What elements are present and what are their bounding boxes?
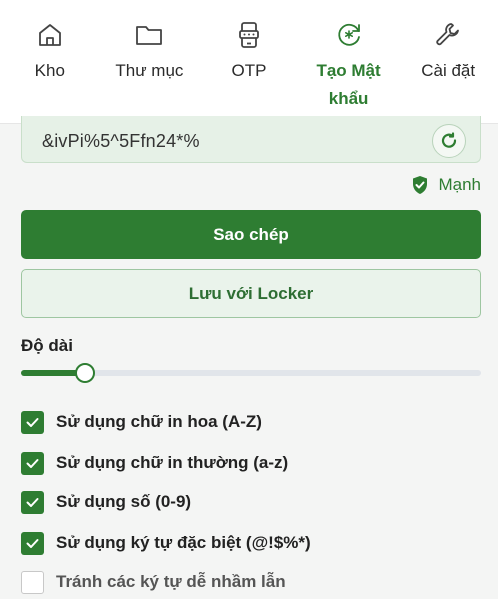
option-label: Sử dụng chữ in thường (a-z) — [56, 453, 289, 472]
option-label: Sử dụng chữ in hoa (A-Z) — [56, 412, 262, 431]
password-strength-label: Mạnh — [438, 175, 481, 194]
password-strength: Mạnh — [411, 175, 481, 195]
wrench-icon — [436, 23, 460, 46]
nav-tab-tao-mat-khau[interactable]: Tạo Mật khẩu — [299, 0, 399, 124]
nav-tab-thu-muc[interactable]: Thư mục — [100, 0, 200, 124]
numbers-checkbox[interactable] — [21, 490, 44, 514]
nav-tab-cai-dat[interactable]: Cài đặt — [398, 0, 498, 124]
nav-label: Thư mục — [115, 61, 184, 80]
generated-password-text: &ivPi%5^5Ffn24*% — [42, 131, 200, 151]
uppercase-checkbox[interactable] — [21, 410, 44, 434]
nav-tab-otp[interactable]: OTP — [199, 0, 299, 124]
length-slider[interactable] — [21, 363, 481, 383]
special-chars-checkbox[interactable] — [21, 531, 44, 555]
avoid-ambiguous-checkbox[interactable] — [21, 570, 44, 594]
top-navigation: Kho Thư mục OTP Tạo Mật khẩu Cài đặt — [0, 0, 498, 124]
generated-password-field[interactable]: &ivPi%5^5Ffn24*% — [21, 116, 481, 163]
copy-button[interactable]: Sao chép — [21, 210, 481, 259]
length-label: Độ dài — [21, 336, 73, 355]
length-slider-thumb[interactable] — [75, 363, 96, 383]
folder-icon — [136, 26, 163, 45]
checkmark-icon — [26, 458, 39, 468]
nav-label: Kho — [34, 61, 65, 80]
option-special-chars[interactable]: Sử dụng ký tự đặc biệt (@!$%*) — [21, 531, 311, 555]
lowercase-checkbox[interactable] — [21, 451, 44, 475]
checkmark-icon — [26, 417, 39, 427]
checkmark-icon — [26, 497, 39, 507]
option-uppercase[interactable]: Sử dụng chữ in hoa (A-Z) — [21, 410, 262, 434]
option-avoid-ambiguous[interactable]: Tránh các ký tự dễ nhầm lẫn — [21, 570, 286, 594]
shield-check-icon — [413, 176, 428, 194]
otp-device-icon — [239, 22, 259, 48]
home-icon — [38, 24, 61, 46]
option-label: Sử dụng số (0-9) — [56, 492, 192, 511]
option-lowercase[interactable]: Sử dụng chữ in thường (a-z) — [21, 451, 288, 475]
refresh-icon — [441, 132, 457, 148]
option-label: Tránh các ký tự dễ nhầm lẫn — [56, 572, 286, 591]
checkmark-icon — [26, 538, 39, 548]
nav-tab-kho[interactable]: Kho — [0, 0, 100, 124]
generate-password-icon — [337, 23, 360, 46]
option-label: Sử dụng ký tự đặc biệt (@!$%*) — [56, 533, 311, 552]
option-numbers[interactable]: Sử dụng số (0-9) — [21, 490, 191, 514]
save-with-locker-button[interactable]: Lưu với Locker — [21, 269, 481, 318]
nav-label: Tạo Mật khẩu — [316, 61, 381, 108]
nav-label: OTP — [231, 61, 267, 80]
nav-label: Cài đặt — [421, 61, 476, 80]
regenerate-button[interactable] — [432, 124, 466, 158]
